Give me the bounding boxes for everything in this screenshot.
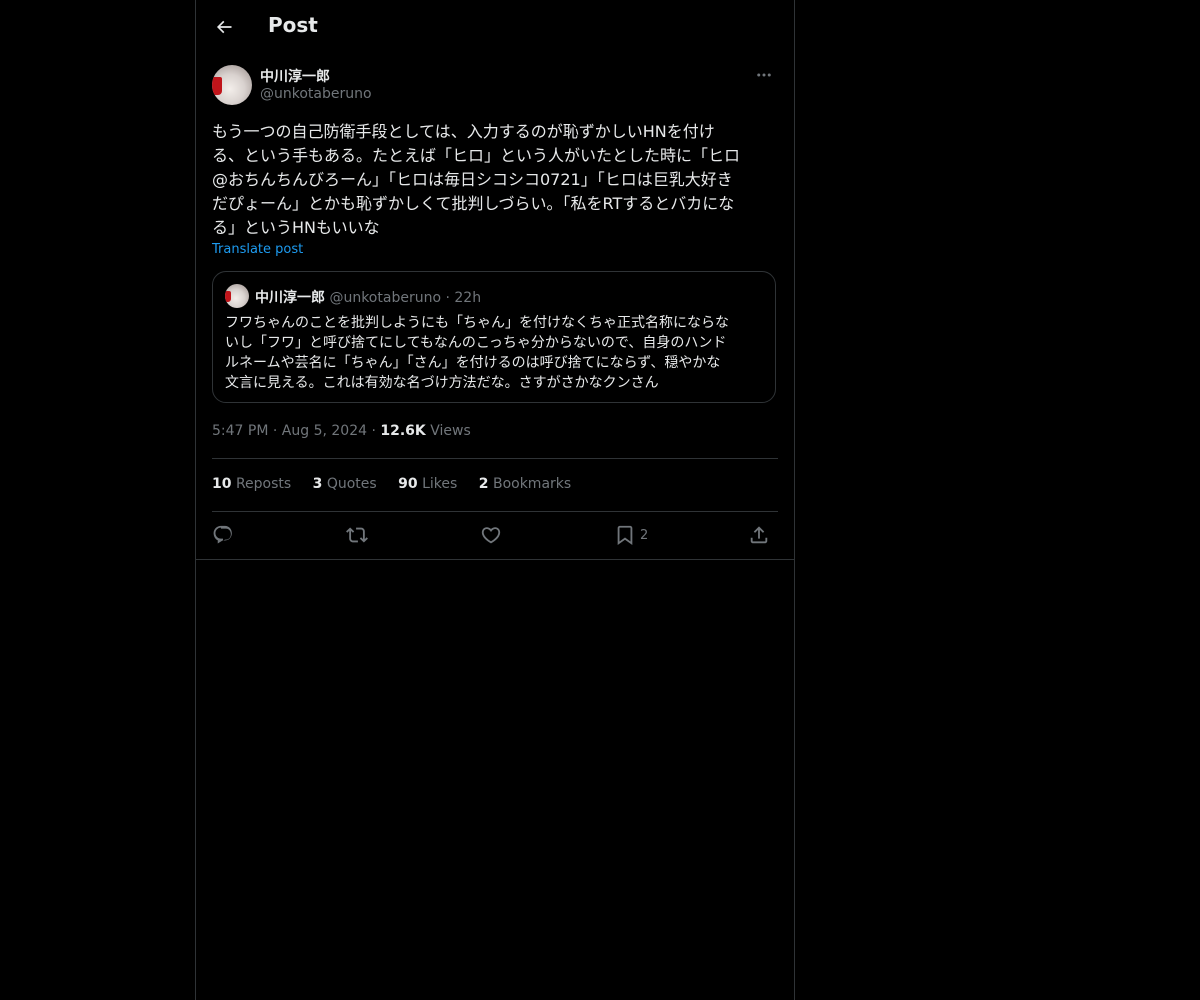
divider (212, 511, 778, 512)
divider (212, 458, 778, 459)
like-button[interactable] (480, 523, 502, 547)
bookmarks-count: 2 (478, 476, 489, 492)
heart-icon (481, 527, 501, 544)
post-text: もう一つの自己防衛手段としては、入力するのが恥ずかしいHNを付け る、という手も… (212, 122, 741, 237)
more-button[interactable] (752, 65, 776, 85)
views-count: 12.6K (380, 423, 426, 439)
separator-dot: · (272, 423, 282, 439)
translate-post-link[interactable]: Translate post (212, 242, 303, 257)
more-horizontal-icon (757, 73, 771, 77)
bookmarks-stat[interactable]: 2 Bookmarks (479, 476, 571, 492)
main-column: Post 中川淳一郎 @unkotaberuno もう一つの自己防衛手段としては… (195, 0, 795, 1000)
bookmark-count: 2 (640, 527, 649, 543)
action-bar: 2 (212, 520, 778, 550)
reply-button[interactable] (212, 523, 234, 547)
reposts-count: 10 (212, 476, 232, 492)
views-label: Views (430, 423, 471, 439)
arrow-left-icon (216, 20, 232, 34)
quoted-text: フワちゃんのことを批判しようにも「ちゃん」を付けなくちゃ正式名称にならな いし「… (225, 315, 729, 391)
bookmark-button[interactable]: 2 (614, 523, 648, 547)
post-header: Post (196, 0, 794, 53)
quoted-author-handle: @unkotaberuno (329, 290, 442, 306)
post-time[interactable]: 5:47 PM (212, 423, 268, 439)
quoted-avatar (225, 284, 249, 308)
bookmarks-label: Bookmarks (492, 476, 572, 492)
divider (196, 559, 794, 560)
likes-label: Likes (422, 476, 458, 492)
share-button[interactable] (748, 523, 770, 547)
likes-stat[interactable]: 90 Likes (398, 476, 457, 492)
post-author: 中川淳一郎 @unkotaberuno (212, 65, 778, 107)
post-timestamp: 5:47 PM · Aug 5, 2024 · 12.6K Views (212, 423, 471, 439)
quoted-post[interactable]: 中川淳一郎 @unkotaberuno · 22h フワちゃんのことを批判しよう… (212, 271, 776, 403)
reply-icon (213, 525, 232, 544)
repost-button[interactable] (346, 523, 368, 547)
quoted-meta: 中川淳一郎 @unkotaberuno · 22h (255, 287, 481, 307)
quotes-count: 3 (312, 476, 323, 492)
post-date[interactable]: Aug 5, 2024 (282, 423, 367, 439)
author-name[interactable]: 中川淳一郎 (260, 66, 330, 86)
page-title: Post (268, 13, 318, 37)
author-handle[interactable]: @unkotaberuno (260, 86, 372, 102)
quotes-stat[interactable]: 3 Quotes (313, 476, 377, 492)
likes-count: 90 (398, 476, 418, 492)
back-button[interactable] (208, 11, 240, 43)
share-icon (750, 526, 768, 544)
post-stats: 10 Reposts 3 Quotes 90 Likes 2 Bookmarks (212, 476, 588, 492)
quoted-author-name: 中川淳一郎 (255, 290, 325, 306)
bookmark-icon (617, 525, 633, 546)
repost-icon (346, 527, 368, 543)
quotes-label: Quotes (326, 476, 377, 492)
reposts-label: Reposts (235, 476, 292, 492)
quoted-time: 22h (454, 290, 482, 306)
avatar[interactable] (212, 65, 252, 105)
reposts-stat[interactable]: 10 Reposts (212, 476, 291, 492)
